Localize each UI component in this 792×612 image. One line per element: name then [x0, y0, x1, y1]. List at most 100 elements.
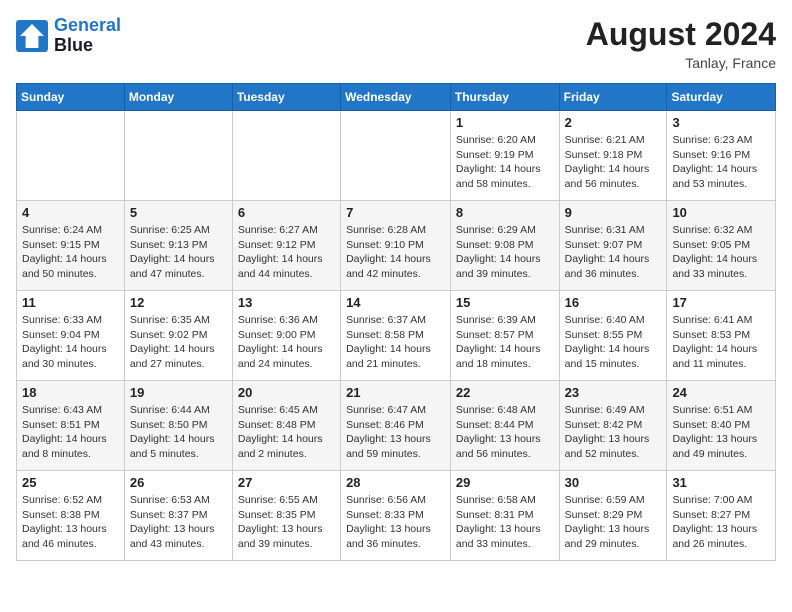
calendar-cell: 1Sunrise: 6:20 AMSunset: 9:19 PMDaylight… — [450, 111, 559, 201]
week-row-5: 25 Sunrise: 6:52 AMSunset: 8:38 PMDayligh… — [17, 471, 776, 561]
day-number: 2 — [565, 115, 662, 130]
weekday-header-monday: Monday — [124, 84, 232, 111]
day-number: 26 — [130, 475, 227, 490]
calendar-cell: 8 Sunrise: 6:29 AMSunset: 9:08 PMDaylight… — [450, 201, 559, 291]
day-info: Sunrise: 6:51 AMSunset: 8:40 PMDaylight:… — [672, 403, 770, 462]
week-row-4: 18 Sunrise: 6:43 AMSunset: 8:51 PMDayligh… — [17, 381, 776, 471]
calendar-cell: 16Sunrise: 6:40 AMSunset: 8:55 PMDayligh… — [559, 291, 667, 381]
weekday-header-row: SundayMondayTuesdayWednesdayThursdayFrid… — [17, 84, 776, 111]
day-info: Sunrise: 6:35 AMSunset: 9:02 PMDaylight:… — [130, 313, 227, 372]
day-number: 13 — [238, 295, 335, 310]
day-number: 11 — [22, 295, 119, 310]
day-info: Sunrise: 6:52 AMSunset: 8:38 PMDaylight:… — [22, 493, 119, 552]
day-info: Sunrise: 6:37 AMSunset: 8:58 PMDaylight:… — [346, 313, 445, 372]
day-info: Sunrise: 6:27 AMSunset: 9:12 PMDaylight:… — [238, 223, 335, 282]
day-info: Sunrise: 6:29 AMSunset: 9:08 PMDaylight:… — [456, 223, 554, 282]
day-info: Sunrise: 6:28 AMSunset: 9:10 PMDaylight:… — [346, 223, 445, 282]
weekday-header-wednesday: Wednesday — [341, 84, 451, 111]
day-number: 8 — [456, 205, 554, 220]
weekday-header-thursday: Thursday — [450, 84, 559, 111]
day-number: 28 — [346, 475, 445, 490]
calendar-cell: 22 Sunrise: 6:48 AMSunset: 8:44 PMDayligh… — [450, 381, 559, 471]
day-info: Sunrise: 6:48 AMSunset: 8:44 PMDaylight:… — [456, 403, 554, 462]
day-info: Sunrise: 6:25 AMSunset: 9:13 PMDaylight:… — [130, 223, 227, 282]
calendar-cell: 15Sunrise: 6:39 AMSunset: 8:57 PMDayligh… — [450, 291, 559, 381]
day-info: Sunrise: 6:23 AMSunset: 9:16 PMDaylight:… — [672, 133, 770, 192]
day-info: Sunrise: 6:43 AMSunset: 8:51 PMDaylight:… — [22, 403, 119, 462]
calendar-cell: 10 Sunrise: 6:32 AMSunset: 9:05 PMDayligh… — [667, 201, 776, 291]
day-number: 19 — [130, 385, 227, 400]
calendar-cell: 11 Sunrise: 6:33 AMSunset: 9:04 PMDayligh… — [17, 291, 125, 381]
logo-line2: Blue — [54, 36, 121, 56]
weekday-header-friday: Friday — [559, 84, 667, 111]
calendar-cell: 20 Sunrise: 6:45 AMSunset: 8:48 PMDayligh… — [232, 381, 340, 471]
calendar-cell: 9Sunrise: 6:31 AMSunset: 9:07 PMDaylight… — [559, 201, 667, 291]
calendar-cell: 2 Sunrise: 6:21 AMSunset: 9:18 PMDaylight… — [559, 111, 667, 201]
day-number: 24 — [672, 385, 770, 400]
day-info: Sunrise: 6:44 AMSunset: 8:50 PMDaylight:… — [130, 403, 227, 462]
day-info: Sunrise: 6:59 AMSunset: 8:29 PMDaylight:… — [565, 493, 662, 552]
day-number: 7 — [346, 205, 445, 220]
day-info: Sunrise: 6:20 AMSunset: 9:19 PMDaylight:… — [456, 133, 554, 192]
calendar-cell: 24 Sunrise: 6:51 AMSunset: 8:40 PMDayligh… — [667, 381, 776, 471]
page-header: General Blue August 2024 Tanlay, France — [16, 16, 776, 71]
calendar-cell: 29Sunrise: 6:58 AMSunset: 8:31 PMDayligh… — [450, 471, 559, 561]
calendar-cell: 21 Sunrise: 6:47 AMSunset: 8:46 PMDayligh… — [341, 381, 451, 471]
day-number: 10 — [672, 205, 770, 220]
day-info: Sunrise: 6:45 AMSunset: 8:48 PMDaylight:… — [238, 403, 335, 462]
calendar-cell — [232, 111, 340, 201]
title-block: August 2024 Tanlay, France — [586, 16, 776, 71]
day-number: 21 — [346, 385, 445, 400]
calendar-cell: 6 Sunrise: 6:27 AMSunset: 9:12 PMDaylight… — [232, 201, 340, 291]
day-info: Sunrise: 6:53 AMSunset: 8:37 PMDaylight:… — [130, 493, 227, 552]
calendar-cell: 28 Sunrise: 6:56 AMSunset: 8:33 PMDayligh… — [341, 471, 451, 561]
day-info: Sunrise: 6:40 AMSunset: 8:55 PMDaylight:… — [565, 313, 662, 372]
calendar-cell: 5 Sunrise: 6:25 AMSunset: 9:13 PMDaylight… — [124, 201, 232, 291]
calendar-cell: 17 Sunrise: 6:41 AMSunset: 8:53 PMDayligh… — [667, 291, 776, 381]
weekday-header-tuesday: Tuesday — [232, 84, 340, 111]
logo-text: General Blue — [54, 16, 121, 56]
day-number: 27 — [238, 475, 335, 490]
day-number: 31 — [672, 475, 770, 490]
day-number: 25 — [22, 475, 119, 490]
calendar-cell — [341, 111, 451, 201]
day-info: Sunrise: 7:00 AMSunset: 8:27 PMDaylight:… — [672, 493, 770, 552]
calendar-cell: 30Sunrise: 6:59 AMSunset: 8:29 PMDayligh… — [559, 471, 667, 561]
day-info: Sunrise: 6:33 AMSunset: 9:04 PMDaylight:… — [22, 313, 119, 372]
calendar-cell — [124, 111, 232, 201]
day-info: Sunrise: 6:56 AMSunset: 8:33 PMDaylight:… — [346, 493, 445, 552]
day-number: 23 — [565, 385, 662, 400]
day-number: 17 — [672, 295, 770, 310]
calendar-cell: 13Sunrise: 6:36 AMSunset: 9:00 PMDayligh… — [232, 291, 340, 381]
calendar-cell: 19 Sunrise: 6:44 AMSunset: 8:50 PMDayligh… — [124, 381, 232, 471]
day-number: 22 — [456, 385, 554, 400]
day-number: 18 — [22, 385, 119, 400]
day-info: Sunrise: 6:32 AMSunset: 9:05 PMDaylight:… — [672, 223, 770, 282]
calendar-cell: 12 Sunrise: 6:35 AMSunset: 9:02 PMDayligh… — [124, 291, 232, 381]
day-info: Sunrise: 6:47 AMSunset: 8:46 PMDaylight:… — [346, 403, 445, 462]
week-row-3: 11 Sunrise: 6:33 AMSunset: 9:04 PMDayligh… — [17, 291, 776, 381]
day-info: Sunrise: 6:41 AMSunset: 8:53 PMDaylight:… — [672, 313, 770, 372]
logo-icon — [16, 20, 48, 52]
calendar-cell: 18 Sunrise: 6:43 AMSunset: 8:51 PMDayligh… — [17, 381, 125, 471]
day-number: 5 — [130, 205, 227, 220]
day-info: Sunrise: 6:55 AMSunset: 8:35 PMDaylight:… — [238, 493, 335, 552]
week-row-2: 4Sunrise: 6:24 AMSunset: 9:15 PMDaylight… — [17, 201, 776, 291]
day-number: 20 — [238, 385, 335, 400]
calendar-cell — [17, 111, 125, 201]
location: Tanlay, France — [586, 55, 776, 71]
day-number: 12 — [130, 295, 227, 310]
calendar-table: SundayMondayTuesdayWednesdayThursdayFrid… — [16, 83, 776, 561]
day-number: 6 — [238, 205, 335, 220]
calendar-cell: 26 Sunrise: 6:53 AMSunset: 8:37 PMDayligh… — [124, 471, 232, 561]
weekday-header-saturday: Saturday — [667, 84, 776, 111]
day-info: Sunrise: 6:21 AMSunset: 9:18 PMDaylight:… — [565, 133, 662, 192]
calendar-cell: 25 Sunrise: 6:52 AMSunset: 8:38 PMDayligh… — [17, 471, 125, 561]
day-info: Sunrise: 6:24 AMSunset: 9:15 PMDaylight:… — [22, 223, 119, 282]
day-number: 3 — [672, 115, 770, 130]
calendar-cell: 3 Sunrise: 6:23 AMSunset: 9:16 PMDaylight… — [667, 111, 776, 201]
logo-line1: General — [54, 15, 121, 35]
day-number: 9 — [565, 205, 662, 220]
calendar-cell: 7 Sunrise: 6:28 AMSunset: 9:10 PMDaylight… — [341, 201, 451, 291]
day-number: 15 — [456, 295, 554, 310]
